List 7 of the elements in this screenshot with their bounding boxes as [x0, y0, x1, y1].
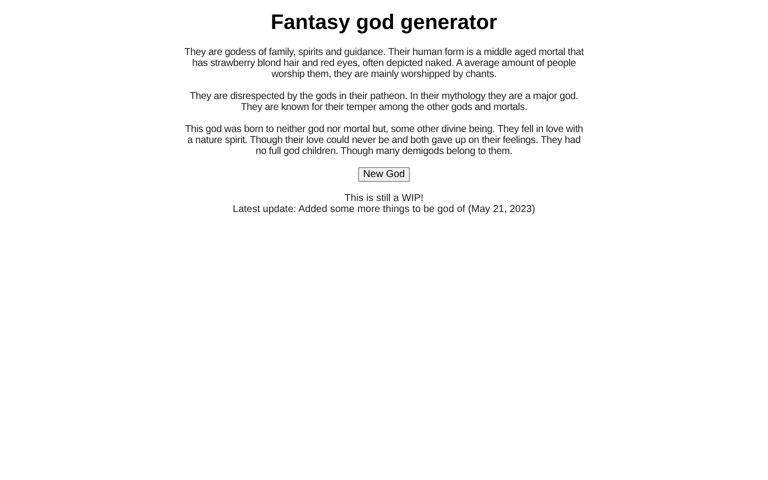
new-god-button[interactable]: New God [358, 167, 410, 182]
description-paragraph: They are godess of family, spirits and guidance. Their human form is a middle aged mortal that has strawberry blond hair and red eyes, often depicted naked. A average amount of people worship them, they are mainly worshipped by chants. [183, 47, 585, 80]
page-title: Fantasy god generator [270, 12, 498, 34]
description-paragraph: They are disrespected by the gods in their patheon. In their mythology they are a major god. They are known for their temper among the other gods and mortals. [188, 91, 580, 113]
description-paragraph: This god was born to neither god nor mortal but, some other divine being. They fell in love with a nature spirit. Though their love could never be and both gave up on their feelings. They had no full god children. Though many demigods belong to them. [184, 124, 584, 157]
footer-text: Latest update: Added some more things to be god of (May 21, 2023) [232, 204, 536, 215]
footer-text: This is still a WIP! [344, 193, 424, 204]
